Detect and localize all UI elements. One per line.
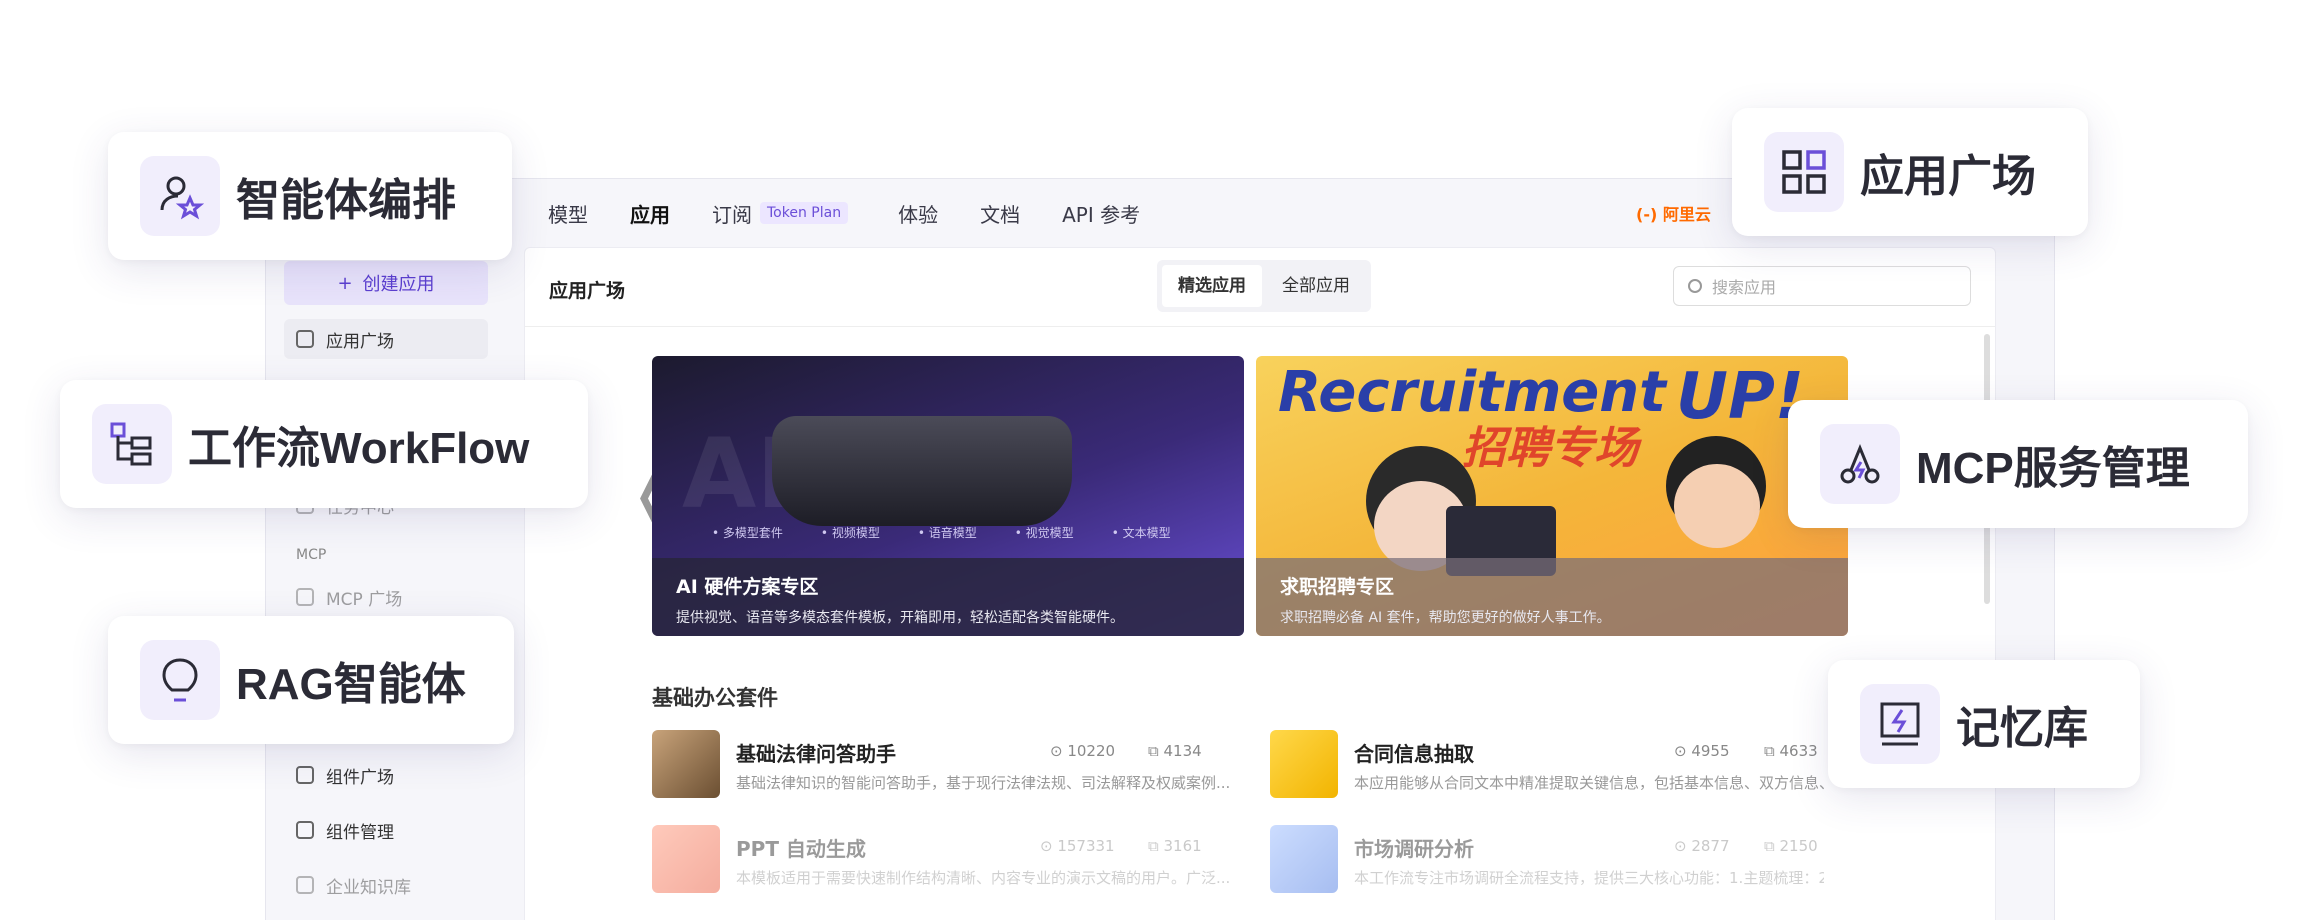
card-memory-bank[interactable]: 记忆库 bbox=[1828, 660, 2140, 788]
sidebar-item-app-market[interactable]: 应用广场 bbox=[284, 319, 488, 359]
search-input[interactable]: 搜索应用 bbox=[1673, 266, 1971, 306]
token-plan-badge: Token Plan bbox=[760, 202, 849, 224]
app-thumbnail bbox=[652, 730, 720, 798]
banner-ai-hardware[interactable]: AI 硬件 • 多模型套件 • 视频模型 • 语音模型 • 视觉模型 • 文本模… bbox=[652, 356, 1244, 636]
nav-experience[interactable]: 体验 bbox=[898, 199, 938, 228]
app-views: ⊙ 157331 bbox=[1040, 837, 1115, 855]
search-placeholder: 搜索应用 bbox=[1712, 278, 1777, 297]
tab-featured[interactable]: 精选应用 bbox=[1162, 265, 1262, 307]
card-label: RAG智能体 bbox=[236, 660, 466, 709]
app-card-ppt-gen[interactable]: PPT 自动生成 ⊙ 157331 ⧉ 3161 本模板适用于需要快速制作结构清… bbox=[652, 825, 1252, 895]
card-label: 智能体编排 bbox=[236, 176, 456, 225]
sidebar-item-mcp-market[interactable]: MCP 广场 bbox=[284, 577, 488, 617]
banner-desc: 提供视觉、语音等多模态套件模板，开箱即用，轻松适配各类智能硬件。 bbox=[676, 610, 1124, 626]
app-card-legal-qa[interactable]: 基础法律问答助手 ⊙ 10220 ⧉ 4134 基础法律知识的智能问答助手，基于… bbox=[652, 730, 1252, 800]
app-copies: ⧉ 4633 bbox=[1764, 742, 1818, 760]
app-name: PPT 自动生成 bbox=[736, 837, 866, 861]
sidebar-item-label: 应用广场 bbox=[326, 331, 394, 352]
agent-star-icon bbox=[140, 156, 220, 236]
app-thumbnail bbox=[652, 825, 720, 893]
aliyun-logo[interactable]: (-) 阿里云 bbox=[1636, 201, 1711, 225]
nav-api-reference[interactable]: API 参考 bbox=[1062, 199, 1140, 228]
card-workflow[interactable]: 工作流WorkFlow bbox=[60, 380, 588, 508]
card-agent-orchestration[interactable]: 智能体编排 bbox=[108, 132, 512, 260]
nav-subscription[interactable]: 订阅 Token Plan bbox=[712, 199, 849, 228]
app-card-market-research[interactable]: 市场调研分析 ⊙ 2877 ⧉ 2150 本工作流专注市场调研全流程支持，提供三… bbox=[1270, 825, 1830, 895]
mcp-service-icon bbox=[1820, 424, 1900, 504]
banner-word-up: UP! bbox=[1676, 360, 1805, 434]
card-label: 工作流WorkFlow bbox=[188, 424, 530, 473]
app-copies: ⧉ 2150 bbox=[1764, 837, 1818, 855]
mcp-icon bbox=[296, 588, 314, 606]
app-name: 基础法律问答助手 bbox=[736, 742, 896, 766]
sidebar-item-label: MCP 广场 bbox=[326, 589, 403, 610]
app-name: 合同信息抽取 bbox=[1354, 742, 1474, 766]
sidebar-item-component-market[interactable]: 组件广场 bbox=[284, 755, 488, 795]
banner-tags: • 多模型套件 • 视频模型 • 语音模型 • 视觉模型 • 文本模型 bbox=[712, 524, 1171, 541]
app-name: 市场调研分析 bbox=[1354, 837, 1474, 861]
banner-tag: • 视频模型 bbox=[820, 526, 880, 540]
banner-word-cn: 招聘专场 bbox=[1462, 423, 1638, 474]
card-app-market[interactable]: 应用广场 bbox=[1732, 108, 2088, 236]
banner-tag: • 多模型套件 bbox=[712, 526, 783, 540]
grid-icon bbox=[296, 330, 314, 348]
app-desc: 本模板适用于需要快速制作结构清晰、内容专业的演示文稿的用户。广泛... bbox=[736, 869, 1231, 887]
app-desc: 基础法律知识的智能问答助手，基于现行法律法规、司法解释及权威案例... bbox=[736, 774, 1231, 792]
banner-tag: • 文本模型 bbox=[1111, 526, 1171, 540]
banner-desc: 求职招聘必备 AI 套件，帮助您更好的做好人事工作。 bbox=[1280, 610, 1611, 626]
create-app-label: 创建应用 bbox=[362, 274, 435, 295]
page-title: 应用广场 bbox=[549, 280, 626, 302]
plus-icon: + bbox=[337, 272, 353, 294]
app-desc: 本工作流专注市场调研全流程支持，提供三大核心功能：1.主题梳理：2... bbox=[1354, 869, 1824, 887]
lightbulb-icon bbox=[140, 640, 220, 720]
grid-icon bbox=[1764, 132, 1844, 212]
workflow-icon bbox=[92, 404, 172, 484]
memory-icon bbox=[1860, 684, 1940, 764]
sidebar-section-mcp: MCP bbox=[296, 547, 327, 563]
card-mcp-management[interactable]: MCP服务管理 bbox=[1788, 400, 2248, 528]
banner-title: 求职招聘专区 bbox=[1280, 576, 1395, 598]
puzzle-icon bbox=[296, 766, 314, 784]
app-copies: ⧉ 3161 bbox=[1148, 837, 1202, 855]
man-face-image bbox=[1674, 464, 1760, 548]
sidebar-item-label: 组件广场 bbox=[326, 767, 394, 788]
create-app-button[interactable]: + 创建应用 bbox=[284, 261, 488, 305]
app-thumbnail bbox=[1270, 825, 1338, 893]
card-label: MCP服务管理 bbox=[1916, 444, 2190, 493]
database-icon bbox=[296, 876, 314, 894]
app-desc: 本应用能够从合同文本中精准提取关键信息，包括基本信息、双方信息、... bbox=[1354, 774, 1824, 792]
sidebar-item-label: 企业知识库 bbox=[326, 877, 411, 898]
nav-subscription-label: 订阅 bbox=[712, 202, 752, 227]
nav-apps[interactable]: 应用 bbox=[630, 199, 670, 228]
banner-caption: 求职招聘专区 求职招聘必备 AI 套件，帮助您更好的做好人事工作。 bbox=[1256, 558, 1848, 636]
banner-caption: AI 硬件方案专区 提供视觉、语音等多模态套件模板，开箱即用，轻松适配各类智能硬… bbox=[652, 558, 1244, 636]
header-divider bbox=[525, 326, 1995, 327]
app-thumbnail bbox=[1270, 730, 1338, 798]
tab-all[interactable]: 全部应用 bbox=[1266, 265, 1366, 307]
banner-title: AI 硬件方案专区 bbox=[676, 576, 819, 598]
nav-docs[interactable]: 文档 bbox=[980, 199, 1020, 228]
card-rag-agent[interactable]: RAG智能体 bbox=[108, 616, 514, 744]
app-views: ⊙ 4955 bbox=[1674, 742, 1730, 760]
card-label: 应用广场 bbox=[1860, 152, 2036, 201]
sidebar-item-knowledge-base[interactable]: 企业知识库 bbox=[284, 865, 488, 905]
app-card-contract-extract[interactable]: 合同信息抽取 ⊙ 4955 ⧉ 4633 本应用能够从合同文本中精准提取关键信息… bbox=[1270, 730, 1830, 800]
nav-models[interactable]: 模型 bbox=[548, 199, 588, 228]
app-views: ⊙ 10220 bbox=[1050, 742, 1116, 760]
app-views: ⊙ 2877 bbox=[1674, 837, 1730, 855]
sidebar: + 创建应用 应用广场 任务中心 MCP MCP 广场 组件广场 组件管理 企业… bbox=[266, 247, 521, 920]
sidebar-item-label: 组件管理 bbox=[326, 822, 394, 843]
smart-glasses-image bbox=[772, 416, 1072, 526]
puzzle-icon bbox=[296, 821, 314, 839]
search-icon bbox=[1688, 279, 1702, 293]
section-title: 基础办公套件 bbox=[652, 686, 778, 710]
banner-tag: • 视觉模型 bbox=[1014, 526, 1074, 540]
card-label: 记忆库 bbox=[1956, 704, 2088, 753]
banner-tag: • 语音模型 bbox=[917, 526, 977, 540]
app-copies: ⧉ 4134 bbox=[1148, 742, 1202, 760]
app-filter-tabs: 精选应用 全部应用 bbox=[1157, 260, 1371, 312]
banner-recruitment[interactable]: Recruitment 招聘专场 UP! 求职招聘专区 求职招聘必备 AI 套件… bbox=[1256, 356, 1848, 636]
sidebar-item-component-manage[interactable]: 组件管理 bbox=[284, 810, 488, 850]
